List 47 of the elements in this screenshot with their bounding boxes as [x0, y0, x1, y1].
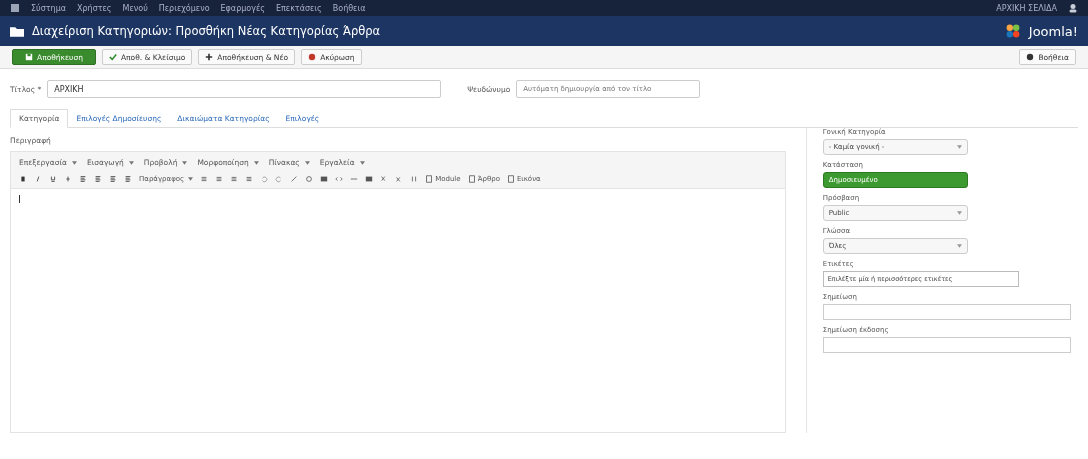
document-icon	[467, 175, 476, 183]
caret-icon	[956, 244, 962, 248]
caret-icon	[304, 160, 310, 165]
plus-icon	[205, 53, 214, 61]
caret-icon	[956, 211, 962, 215]
horizontal-rule-icon[interactable]	[350, 175, 359, 183]
caret-icon	[253, 160, 259, 165]
align-icon[interactable]	[124, 175, 132, 183]
caret-icon	[359, 160, 365, 165]
menu-item[interactable]: Σύστημα	[31, 3, 66, 13]
code-icon[interactable]	[335, 175, 344, 183]
logo-text: Joomla!	[1028, 23, 1078, 39]
document-icon	[506, 175, 515, 183]
document-icon	[425, 175, 434, 183]
align-icon[interactable]	[109, 175, 117, 183]
page-title: Διαχείριση Κατηγοριών: Προσθήκη Νέας Κατηγορίας Άρθρα	[32, 24, 381, 38]
save-icon	[25, 53, 33, 61]
menu-item[interactable]: Χρήστες	[77, 3, 112, 13]
menu-item[interactable]: Βοήθεια	[332, 3, 366, 13]
folder-icon	[10, 25, 24, 37]
align-icon[interactable]	[94, 175, 102, 183]
align-icon[interactable]	[79, 175, 87, 183]
list-icon[interactable]	[200, 175, 209, 183]
caret-icon	[956, 145, 962, 149]
list-icon[interactable]	[215, 175, 224, 183]
site-link[interactable]: ΑΡΧΙΚΗ ΣΕΛΙΔΑ	[996, 3, 1057, 13]
title-field[interactable]: ΑΡΧΙΚΗ	[47, 80, 442, 98]
list-icon[interactable]	[230, 175, 239, 183]
cancel-icon	[308, 53, 317, 61]
underline-icon[interactable]	[49, 175, 57, 183]
check-icon	[108, 53, 117, 61]
caret-icon	[182, 160, 188, 165]
caret-icon	[188, 177, 194, 181]
input-field[interactable]	[822, 337, 1071, 353]
menu-item[interactable]: Μενού	[122, 3, 148, 13]
menu-item[interactable]: Εφαρμογές	[220, 3, 265, 13]
user-icon[interactable]	[1068, 3, 1078, 13]
list-icon[interactable]	[245, 175, 254, 183]
menu-item[interactable]: Επεκτάσεις	[275, 3, 322, 13]
logo-icon	[1004, 23, 1021, 39]
caret-icon	[71, 160, 77, 165]
link-icon[interactable]	[290, 175, 299, 183]
italic-icon[interactable]	[34, 175, 42, 183]
menu-item[interactable]: Περιεχόμενο	[158, 3, 210, 13]
caret-icon	[128, 160, 134, 165]
input-field[interactable]	[822, 304, 1071, 320]
table-icon[interactable]	[365, 175, 374, 183]
